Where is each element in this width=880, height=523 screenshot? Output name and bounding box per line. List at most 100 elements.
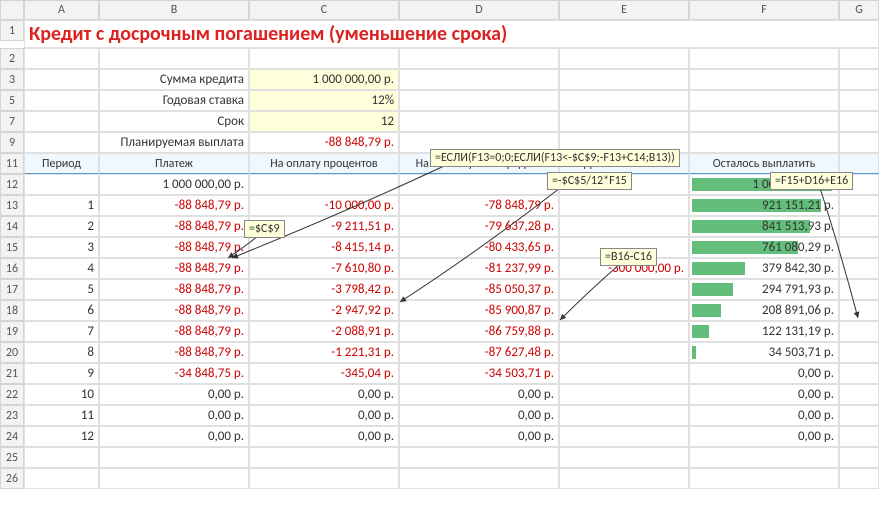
cell-principal[interactable]: 0,00 р. [399, 405, 559, 426]
cell[interactable] [24, 111, 99, 132]
cell-payment[interactable]: -88 848,79 р. [99, 195, 249, 216]
rate-value[interactable]: 12% [249, 90, 399, 111]
cell-principal[interactable]: -85 050,37 р. [399, 279, 559, 300]
col-hdr-F[interactable]: F [689, 0, 839, 20]
cell-principal[interactable]: 0,00 р. [399, 384, 559, 405]
cell[interactable] [99, 447, 249, 468]
cell[interactable] [689, 468, 839, 489]
row-hdr[interactable]: 16 [0, 258, 24, 279]
cell-extra[interactable] [559, 300, 689, 321]
cell-payment[interactable]: -88 848,79 р. [99, 279, 249, 300]
cell[interactable] [839, 384, 879, 405]
row-hdr[interactable]: 26 [0, 468, 24, 489]
cell[interactable] [399, 69, 559, 90]
cell-interest[interactable]: -10 000,00 р. [249, 195, 399, 216]
cell-period[interactable] [24, 174, 99, 195]
cell[interactable] [839, 111, 879, 132]
cell-interest[interactable]: 0,00 р. [249, 405, 399, 426]
row-hdr[interactable]: 2 [0, 48, 24, 69]
cell-payment[interactable]: 1 000 000,00 р. [99, 174, 249, 195]
cell-remaining[interactable]: 761 080,29 р. [689, 237, 839, 258]
cell-remaining[interactable]: 379 842,30 р. [689, 258, 839, 279]
cell-period[interactable]: 6 [24, 300, 99, 321]
cell-principal[interactable]: -79 637,28 р. [399, 216, 559, 237]
cell[interactable] [689, 132, 839, 153]
cell-extra[interactable] [559, 321, 689, 342]
cell-interest[interactable]: -345,04 р. [249, 363, 399, 384]
row-hdr[interactable]: 24 [0, 426, 24, 447]
cell[interactable] [559, 111, 689, 132]
row-hdr[interactable]: 21 [0, 363, 24, 384]
cell-extra[interactable] [559, 279, 689, 300]
cell-extra[interactable] [559, 342, 689, 363]
cell-period[interactable]: 2 [24, 216, 99, 237]
cell[interactable] [839, 216, 879, 237]
cell-interest[interactable]: -8 415,14 р. [249, 237, 399, 258]
cell-remaining[interactable]: 34 503,71 р. [689, 342, 839, 363]
cell-period[interactable]: 9 [24, 363, 99, 384]
cell[interactable] [839, 447, 879, 468]
row-hdr[interactable]: 19 [0, 321, 24, 342]
row-hdr[interactable]: 3 [0, 69, 24, 90]
col-hdr-A[interactable]: A [24, 0, 99, 20]
cell-principal[interactable]: -86 759,88 р. [399, 321, 559, 342]
cell[interactable] [24, 69, 99, 90]
cell-remaining[interactable]: 0,00 р. [689, 405, 839, 426]
cell[interactable] [559, 447, 689, 468]
cell-remaining[interactable]: 921 151,21 р. [689, 195, 839, 216]
cell-principal[interactable]: -34 503,71 р. [399, 363, 559, 384]
cell-remaining[interactable]: 841 513,93 р. [689, 216, 839, 237]
cell-extra[interactable] [559, 363, 689, 384]
cell[interactable] [559, 48, 689, 69]
cell-remaining[interactable]: 0,00 р. [689, 384, 839, 405]
cell-principal[interactable]: -81 237,99 р. [399, 258, 559, 279]
cell[interactable] [99, 468, 249, 489]
row-hdr[interactable]: 20 [0, 342, 24, 363]
row-hdr[interactable]: 5 [0, 90, 24, 111]
cell-payment[interactable]: 0,00 р. [99, 426, 249, 447]
col-hdr-C[interactable]: C [249, 0, 399, 20]
cell-payment[interactable]: -88 848,79 р. [99, 216, 249, 237]
cell-period[interactable]: 11 [24, 405, 99, 426]
cell-remaining[interactable]: 294 791,93 р. [689, 279, 839, 300]
cell[interactable] [399, 468, 559, 489]
cell-remaining[interactable]: 208 891,06 р. [689, 300, 839, 321]
cell-payment[interactable]: 0,00 р. [99, 405, 249, 426]
cell[interactable] [839, 90, 879, 111]
cell-remaining[interactable]: 0,00 р. [689, 426, 839, 447]
cell[interactable] [839, 426, 879, 447]
cell-payment[interactable]: 0,00 р. [99, 384, 249, 405]
cell-period[interactable]: 12 [24, 426, 99, 447]
cell-interest[interactable]: -7 610,80 р. [249, 258, 399, 279]
cell-remaining[interactable]: 122 131,19 р. [689, 321, 839, 342]
cell[interactable] [839, 363, 879, 384]
cell[interactable] [689, 48, 839, 69]
cell[interactable] [24, 468, 99, 489]
cell[interactable] [839, 195, 879, 216]
cell-extra[interactable] [559, 195, 689, 216]
row-hdr[interactable]: 18 [0, 300, 24, 321]
col-hdr-E[interactable]: E [559, 0, 689, 20]
cell-payment[interactable]: -34 848,75 р. [99, 363, 249, 384]
cell-period[interactable]: 8 [24, 342, 99, 363]
row-hdr[interactable]: 1 [0, 20, 24, 41]
cell[interactable] [689, 90, 839, 111]
col-hdr-G[interactable]: G [839, 0, 879, 20]
cell-period[interactable]: 5 [24, 279, 99, 300]
cell[interactable] [839, 342, 879, 363]
row-hdr[interactable]: 17 [0, 279, 24, 300]
cell-interest[interactable]: -3 798,42 р. [249, 279, 399, 300]
spreadsheet-grid[interactable]: ABCDEFG1Кредит с досрочным погашением (у… [0, 0, 880, 489]
cell-extra[interactable] [559, 216, 689, 237]
row-hdr[interactable]: 22 [0, 384, 24, 405]
cell-payment[interactable]: -88 848,79 р. [99, 321, 249, 342]
cell[interactable] [839, 132, 879, 153]
sum-value[interactable]: 1 000 000,00 р. [249, 69, 399, 90]
cell-interest[interactable] [249, 174, 399, 195]
cell[interactable] [839, 69, 879, 90]
cell-remaining[interactable]: 0,00 р. [689, 363, 839, 384]
cell[interactable] [24, 447, 99, 468]
cell[interactable] [839, 405, 879, 426]
cell-interest[interactable]: 0,00 р. [249, 384, 399, 405]
cell-principal[interactable] [399, 174, 559, 195]
